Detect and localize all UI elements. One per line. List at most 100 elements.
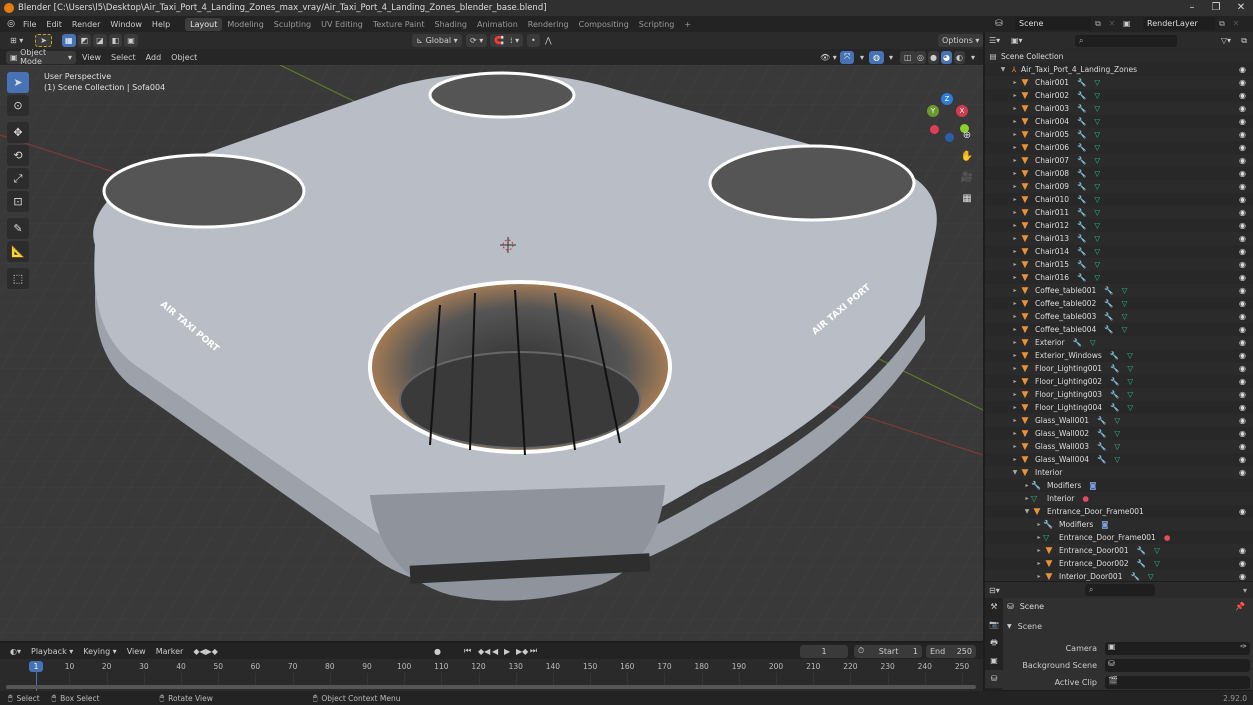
- blender-menu-icon[interactable]: ◎: [4, 19, 18, 29]
- outliner-row[interactable]: ▸ ▽ Interior ●: [985, 492, 1253, 505]
- expand-toggle[interactable]: ▸: [1011, 274, 1019, 281]
- outliner-row[interactable]: ▸ 🔧 Modifiers ◙: [985, 479, 1253, 492]
- tab-animation[interactable]: Animation: [472, 18, 523, 31]
- camera-view-icon[interactable]: 🎥: [958, 168, 976, 186]
- outliner-row-collection[interactable]: ▼ ⅄ Air_Taxi_Port_4_Landing_Zones ◉: [985, 63, 1253, 76]
- outliner-row[interactable]: ▸ ▼ Chair008 🔧 ▽ ◉: [985, 167, 1253, 180]
- expand-toggle[interactable]: ▸: [1023, 495, 1031, 502]
- visibility-eye-icon[interactable]: ◉: [1239, 390, 1246, 399]
- outliner-editor-type-icon[interactable]: ☰▾: [989, 36, 1011, 45]
- expand-toggle[interactable]: ▸: [1035, 521, 1043, 528]
- shading-solid[interactable]: ●: [928, 50, 939, 64]
- jump-end-icon[interactable]: ⏭: [526, 645, 541, 658]
- modifier-icon[interactable]: 🔧: [1097, 442, 1106, 451]
- shading-dropdown[interactable]: ▾: [967, 51, 979, 64]
- menu-object[interactable]: Object: [167, 51, 201, 64]
- visibility-eye-icon[interactable]: ◉: [1239, 286, 1246, 295]
- expand-toggle[interactable]: ▼: [999, 66, 1007, 73]
- move-tool-icon[interactable]: ✥: [7, 122, 29, 143]
- visibility-eye-icon[interactable]: ◉: [1239, 273, 1246, 282]
- outliner-row[interactable]: ▸ ▼ Entrance_Door001 🔧 ▽ ◉: [985, 544, 1253, 557]
- visibility-eye-icon[interactable]: ◉: [1239, 91, 1246, 100]
- expand-toggle[interactable]: ▸: [1011, 326, 1019, 333]
- modifier-icon[interactable]: 🔧: [1077, 143, 1086, 152]
- outliner-row[interactable]: ▸ ▼ Chair005 🔧 ▽ ◉: [985, 128, 1253, 141]
- timeline-ruler[interactable]: 1 10 20 30 40 50 60 70 80 90 100 110 120 130 140 150 16…: [0, 659, 983, 691]
- outliner-row[interactable]: ▸ ▼ Chair010 🔧 ▽ ◉: [985, 193, 1253, 206]
- outliner-row[interactable]: ▸ ▼ Floor_Lighting002 🔧 ▽ ◉: [985, 375, 1253, 388]
- menu-file[interactable]: File: [18, 20, 41, 29]
- modifier-icon[interactable]: 🔧: [1110, 364, 1119, 373]
- select-mode-extend-icon[interactable]: ◩: [77, 34, 92, 47]
- outliner-row[interactable]: ▸ ▼ Chair003 🔧 ▽ ◉: [985, 102, 1253, 115]
- tab-scripting[interactable]: Scripting: [634, 18, 680, 31]
- expand-toggle[interactable]: ▸: [1011, 430, 1019, 437]
- mesh-data-icon[interactable]: ▽: [1114, 442, 1120, 451]
- expand-toggle[interactable]: ▸: [1011, 183, 1019, 190]
- expand-toggle[interactable]: ▸: [1011, 92, 1019, 99]
- expand-toggle[interactable]: ▸: [1011, 339, 1019, 346]
- expand-toggle[interactable]: ▼: [1011, 469, 1019, 476]
- expand-toggle[interactable]: ▸: [1011, 170, 1019, 177]
- visibility-eye-icon[interactable]: ◉: [1239, 78, 1246, 87]
- modifier-icon[interactable]: 🔧: [1077, 234, 1086, 243]
- outliner-row[interactable]: ▸ ▼ Coffee_table003 🔧 ▽ ◉: [985, 310, 1253, 323]
- mesh-data-icon[interactable]: ▽: [1094, 260, 1100, 269]
- outliner-row[interactable]: ▸ ▼ Chair004 🔧 ▽ ◉: [985, 115, 1253, 128]
- add-cube-tool-icon[interactable]: ⬚: [7, 268, 29, 289]
- mesh-data-icon[interactable]: ▽: [1094, 104, 1100, 113]
- material-icon[interactable]: ●: [1164, 533, 1171, 542]
- expand-toggle[interactable]: ▸: [1011, 443, 1019, 450]
- pan-hand-icon[interactable]: ✋: [958, 147, 976, 165]
- visibility-eye-icon[interactable]: ◉: [1239, 429, 1246, 438]
- mesh-data-icon[interactable]: ▽: [1094, 221, 1100, 230]
- mesh-data-icon[interactable]: ▽: [1127, 390, 1133, 399]
- mesh-data-icon[interactable]: ▽: [1094, 78, 1100, 87]
- end-frame-field[interactable]: End 250: [926, 644, 976, 658]
- gizmo-z-axis[interactable]: Z: [941, 93, 953, 105]
- outliner-row[interactable]: ▸ ▼ Glass_Wall002 🔧 ▽ ◉: [985, 427, 1253, 440]
- renderlayer-icon[interactable]: ▣: [1123, 19, 1143, 28]
- shading-wireframe[interactable]: ◎: [915, 50, 926, 64]
- minimize-button[interactable]: –: [1180, 0, 1204, 16]
- properties-editor-type-icon[interactable]: ⊟▾: [989, 586, 1000, 595]
- xray-toggle[interactable]: ◫: [900, 50, 916, 64]
- menu-view[interactable]: View: [78, 51, 105, 64]
- transform-tool-icon[interactable]: ⊡: [7, 191, 29, 212]
- rotate-tool-icon[interactable]: ⟲: [7, 145, 29, 166]
- modifier-icon[interactable]: 🔧: [1110, 377, 1119, 386]
- modifier-icon[interactable]: 🔧: [1104, 286, 1113, 295]
- visibility-eye-icon[interactable]: ◉: [1239, 546, 1246, 555]
- outliner-row[interactable]: ▸ ▼ Chair016 🔧 ▽ ◉: [985, 271, 1253, 284]
- expand-toggle[interactable]: ▸: [1011, 196, 1019, 203]
- overlay-toggle[interactable]: ◍: [869, 50, 884, 64]
- scene-tab-icon[interactable]: ⛁: [985, 670, 1003, 688]
- expand-toggle[interactable]: ▸: [1023, 482, 1031, 489]
- view-layer-tab-icon[interactable]: ▣: [985, 652, 1003, 670]
- outliner-row[interactable]: ▸ ▼ Interior_Door001 🔧 ▽ ◉: [985, 570, 1253, 581]
- visibility-eye-icon[interactable]: ◉: [1239, 234, 1246, 243]
- tab-layout[interactable]: Layout: [185, 17, 223, 31]
- tab-rendering[interactable]: Rendering: [523, 18, 574, 31]
- visibility-dropdown[interactable]: 👁 ▾: [816, 51, 841, 64]
- modifier-icon[interactable]: 🔧: [1110, 403, 1119, 412]
- renderlayer-selector[interactable]: RenderLayer: [1143, 17, 1215, 30]
- expand-toggle[interactable]: ▸: [1011, 261, 1019, 268]
- tab-modeling[interactable]: Modeling: [222, 18, 268, 31]
- mesh-data-icon[interactable]: ▽: [1094, 195, 1100, 204]
- properties-search-input[interactable]: ⌕: [1085, 584, 1155, 596]
- properties-options-icon[interactable]: ▾: [1243, 586, 1247, 595]
- visibility-eye-icon[interactable]: ◉: [1239, 260, 1246, 269]
- mesh-data-icon[interactable]: ▽: [1122, 325, 1128, 334]
- modifier-icon[interactable]: 🔧: [1077, 169, 1086, 178]
- expand-toggle[interactable]: ▸: [1011, 391, 1019, 398]
- material-icon[interactable]: ●: [1082, 494, 1089, 503]
- modifier-icon[interactable]: 🔧: [1097, 429, 1106, 438]
- modifier-icon[interactable]: 🔧: [1077, 247, 1086, 256]
- visibility-eye-icon[interactable]: ◉: [1239, 182, 1246, 191]
- current-frame-field[interactable]: 1: [800, 644, 848, 658]
- options-dropdown[interactable]: Options ▾: [938, 34, 984, 47]
- menu-render[interactable]: Render: [67, 20, 105, 29]
- gizmo-toggle[interactable]: ⤧: [840, 50, 855, 64]
- visibility-eye-icon[interactable]: ◉: [1239, 403, 1246, 412]
